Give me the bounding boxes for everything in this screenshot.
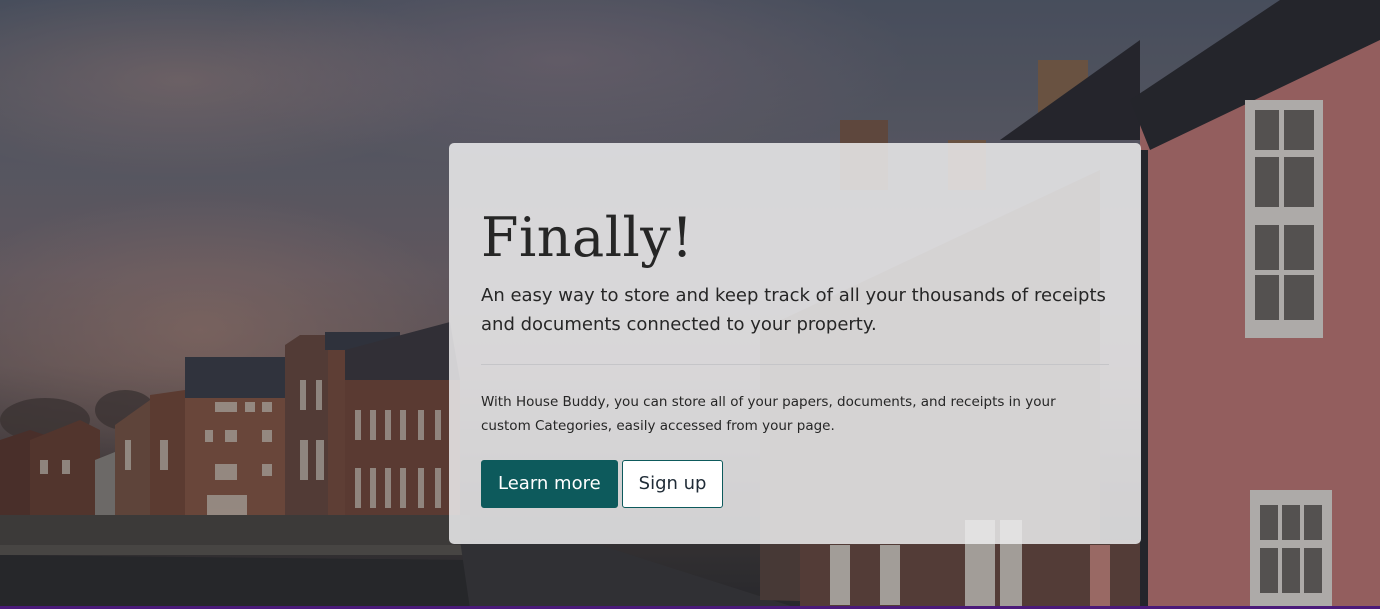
hero-section: Finally! An easy way to store and keep t… <box>0 0 1380 609</box>
hero-title: Finally! <box>481 206 694 269</box>
sign-up-button[interactable]: Sign up <box>621 460 724 508</box>
hero-lead-text: An easy way to store and keep track of a… <box>481 285 1106 335</box>
learn-more-button[interactable]: Learn more <box>481 460 618 508</box>
hero-actions: Learn more Sign up <box>481 460 1109 508</box>
hero-card: Finally! An easy way to store and keep t… <box>449 143 1141 544</box>
hero-body-text: With House Buddy, you can store all of y… <box>481 394 1056 434</box>
hero-divider <box>481 364 1109 365</box>
